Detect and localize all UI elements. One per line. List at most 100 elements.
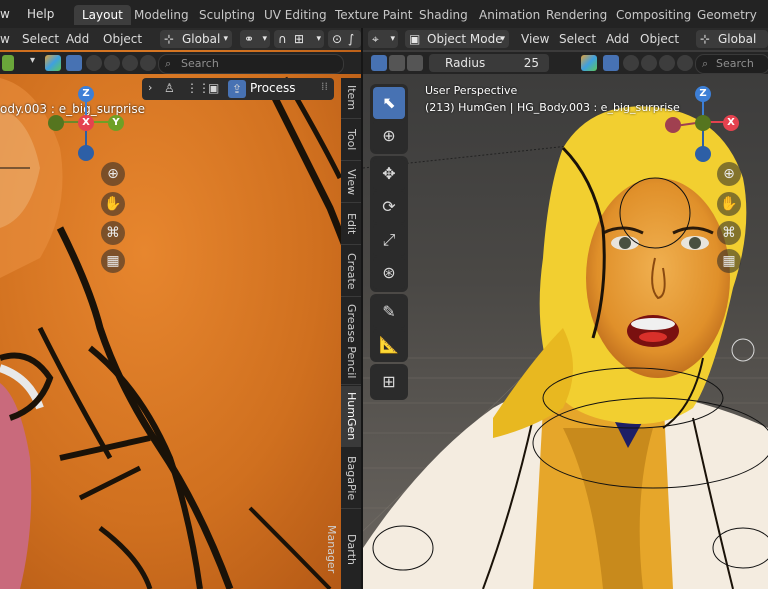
left-header-row2: ▾ ⌕ Search	[0, 52, 361, 74]
left-snap-dropdown[interactable]: ∩ ⊞ ▾	[274, 30, 324, 48]
color-palette-icon[interactable]	[45, 55, 61, 71]
scale-tool-icon[interactable]: ⤢	[373, 224, 405, 256]
shading-solid-icon[interactable]	[86, 55, 102, 71]
camera-icon[interactable]: ⌘	[717, 221, 741, 245]
grid-view-icon[interactable]: ▦	[101, 249, 125, 273]
left-menu-select[interactable]: Select	[22, 31, 59, 48]
left-orientation-dropdown[interactable]: ⊹ Global ▾	[160, 30, 232, 48]
select-extend-icon[interactable]	[389, 55, 405, 71]
right-menu-select[interactable]: Select	[559, 31, 596, 48]
select-tool-icon[interactable]: ⬉	[373, 87, 405, 119]
move-tool-icon[interactable]: ✥	[373, 158, 405, 190]
tab-geometry-nodes[interactable]: Geometry Nod	[689, 5, 768, 42]
chevron-down-icon: ▾	[316, 34, 321, 44]
pose-icon[interactable]: ♙	[164, 81, 175, 95]
gizmo-z-axis[interactable]: Z	[78, 86, 94, 102]
rotate-tool-icon[interactable]: ⟳	[373, 191, 405, 223]
left-menu-object[interactable]: Object	[103, 31, 142, 48]
tab-shading[interactable]: Shading	[411, 5, 476, 25]
shading-wire-icon[interactable]	[140, 55, 156, 71]
select-box-icon[interactable]	[371, 55, 387, 71]
add-cube-tool-icon[interactable]: ⊞	[373, 366, 405, 398]
menu-help[interactable]: Help	[27, 0, 54, 28]
measure-tool-icon[interactable]: 📐	[373, 329, 405, 361]
gizmo-neg-z-axis[interactable]	[695, 146, 711, 162]
hair-icon[interactable]: ⋮⋮	[186, 81, 210, 95]
right-menu-view[interactable]: View	[521, 31, 549, 48]
right-orientation-label: Global	[718, 32, 757, 46]
shading-rendered-icon[interactable]	[659, 55, 675, 71]
tab-uv-editing[interactable]: UV Editing	[256, 5, 335, 25]
tab-sculpting[interactable]: Sculpting	[191, 5, 263, 25]
cube-icon[interactable]: ▣	[208, 81, 219, 95]
left-pivot-dropdown[interactable]: ⚭ ▾	[240, 30, 270, 48]
link-icon: ⚭	[244, 32, 255, 46]
tab-bagapie[interactable]: BagaPie	[341, 448, 361, 509]
tab-compositing[interactable]: Compositing	[608, 5, 699, 25]
tab-item[interactable]: Item	[341, 78, 361, 119]
tab-darth-manager[interactable]: Darth Manager	[325, 510, 361, 589]
right-menu-add[interactable]: Add	[606, 31, 629, 48]
perspective-toggle-icon[interactable]: ▦	[717, 249, 741, 273]
zoom-icon[interactable]: ⊕	[717, 162, 741, 186]
cursor-tool-icon[interactable]: ⊕	[373, 120, 405, 152]
gizmo-neg-x-axis[interactable]	[665, 117, 681, 133]
tab-create[interactable]: Create	[341, 246, 361, 297]
magnet-icon: ∩	[278, 32, 287, 46]
chevron-down-icon: ▾	[262, 34, 267, 44]
left-proportional-dropdown[interactable]: ⊙ ∫	[328, 30, 361, 48]
shading-wire-icon[interactable]	[677, 55, 693, 71]
chevron-down-icon[interactable]: ▾	[30, 55, 35, 66]
active-tool-icon[interactable]	[2, 55, 14, 71]
overlay-select-icon[interactable]	[603, 55, 619, 71]
camera-icon[interactable]: ⌘	[101, 221, 125, 245]
tab-layout[interactable]: Layout	[74, 5, 131, 25]
pan-hand-icon[interactable]: ✋	[101, 192, 125, 216]
object-mode-dropdown[interactable]: ▣ Object Mode ▾	[405, 30, 509, 48]
gizmo-x-axis[interactable]: X	[723, 115, 739, 131]
gizmo-neg-y-axis[interactable]	[48, 115, 64, 131]
right-search-placeholder: Search	[716, 57, 754, 70]
search-icon: ⌕	[165, 57, 172, 70]
orientation-icon: ⊹	[700, 32, 711, 46]
gizmo-x-axis[interactable]: X	[78, 115, 94, 131]
transform-tool-icon[interactable]: ⊛	[373, 257, 405, 289]
tab-modeling[interactable]: Modeling	[126, 5, 197, 25]
right-menu-object[interactable]: Object	[640, 31, 679, 48]
tab-view[interactable]: View	[341, 162, 361, 203]
export-icon[interactable]: ⇪	[228, 80, 246, 98]
tab-tool[interactable]: Tool	[341, 120, 361, 161]
tab-rendering[interactable]: Rendering	[538, 5, 615, 25]
gizmo-y-axis[interactable]: Y	[108, 115, 124, 131]
radius-field[interactable]: Radius 25	[429, 54, 549, 72]
shading-material-icon[interactable]	[641, 55, 657, 71]
pan-hand-icon[interactable]: ✋	[717, 192, 741, 216]
left-search-field[interactable]: ⌕ Search	[158, 54, 344, 74]
gizmo-z-axis[interactable]: Z	[695, 86, 711, 102]
gizmo-neg-z-axis[interactable]	[78, 145, 94, 161]
drag-handle-icon[interactable]: ⁞⁞	[321, 80, 328, 93]
left-viewport[interactable]: w Select Add Object ⊹ Global ▾ ⚭ ▾ ∩ ⊞ ▾…	[0, 28, 361, 589]
select-subtract-icon[interactable]	[407, 55, 423, 71]
shading-solid-icon[interactable]	[623, 55, 639, 71]
tab-edit[interactable]: Edit	[341, 204, 361, 245]
select-box-icon[interactable]	[66, 55, 82, 71]
shading-rendered-icon[interactable]	[122, 55, 138, 71]
tab-texture-paint[interactable]: Texture Paint	[327, 5, 420, 25]
gizmo-y-axis[interactable]	[695, 115, 711, 131]
chevron-right-icon[interactable]: ›	[148, 81, 152, 94]
editor-type-dropdown[interactable]: ⌖ ▾	[368, 30, 398, 48]
zoom-icon[interactable]: ⊕	[101, 162, 125, 186]
annotate-tool-icon[interactable]: ✎	[373, 296, 405, 328]
tab-animation[interactable]: Animation	[471, 5, 548, 25]
right-viewport[interactable]: ⌖ ▾ ▣ Object Mode ▾ View Select Add Obje…	[363, 28, 768, 589]
tab-humgen[interactable]: HumGen	[341, 386, 361, 447]
right-orientation-dropdown[interactable]: ⊹ Global	[696, 30, 768, 48]
right-search-field[interactable]: ⌕ Search	[695, 54, 768, 74]
menu-view[interactable]: w	[0, 0, 10, 28]
shading-material-icon[interactable]	[104, 55, 120, 71]
tab-grease-pencil[interactable]: Grease Pencil	[341, 298, 361, 385]
color-palette-icon[interactable]	[581, 55, 597, 71]
left-menu-add[interactable]: Add	[66, 31, 89, 48]
left-menu-view[interactable]: w	[0, 31, 10, 48]
